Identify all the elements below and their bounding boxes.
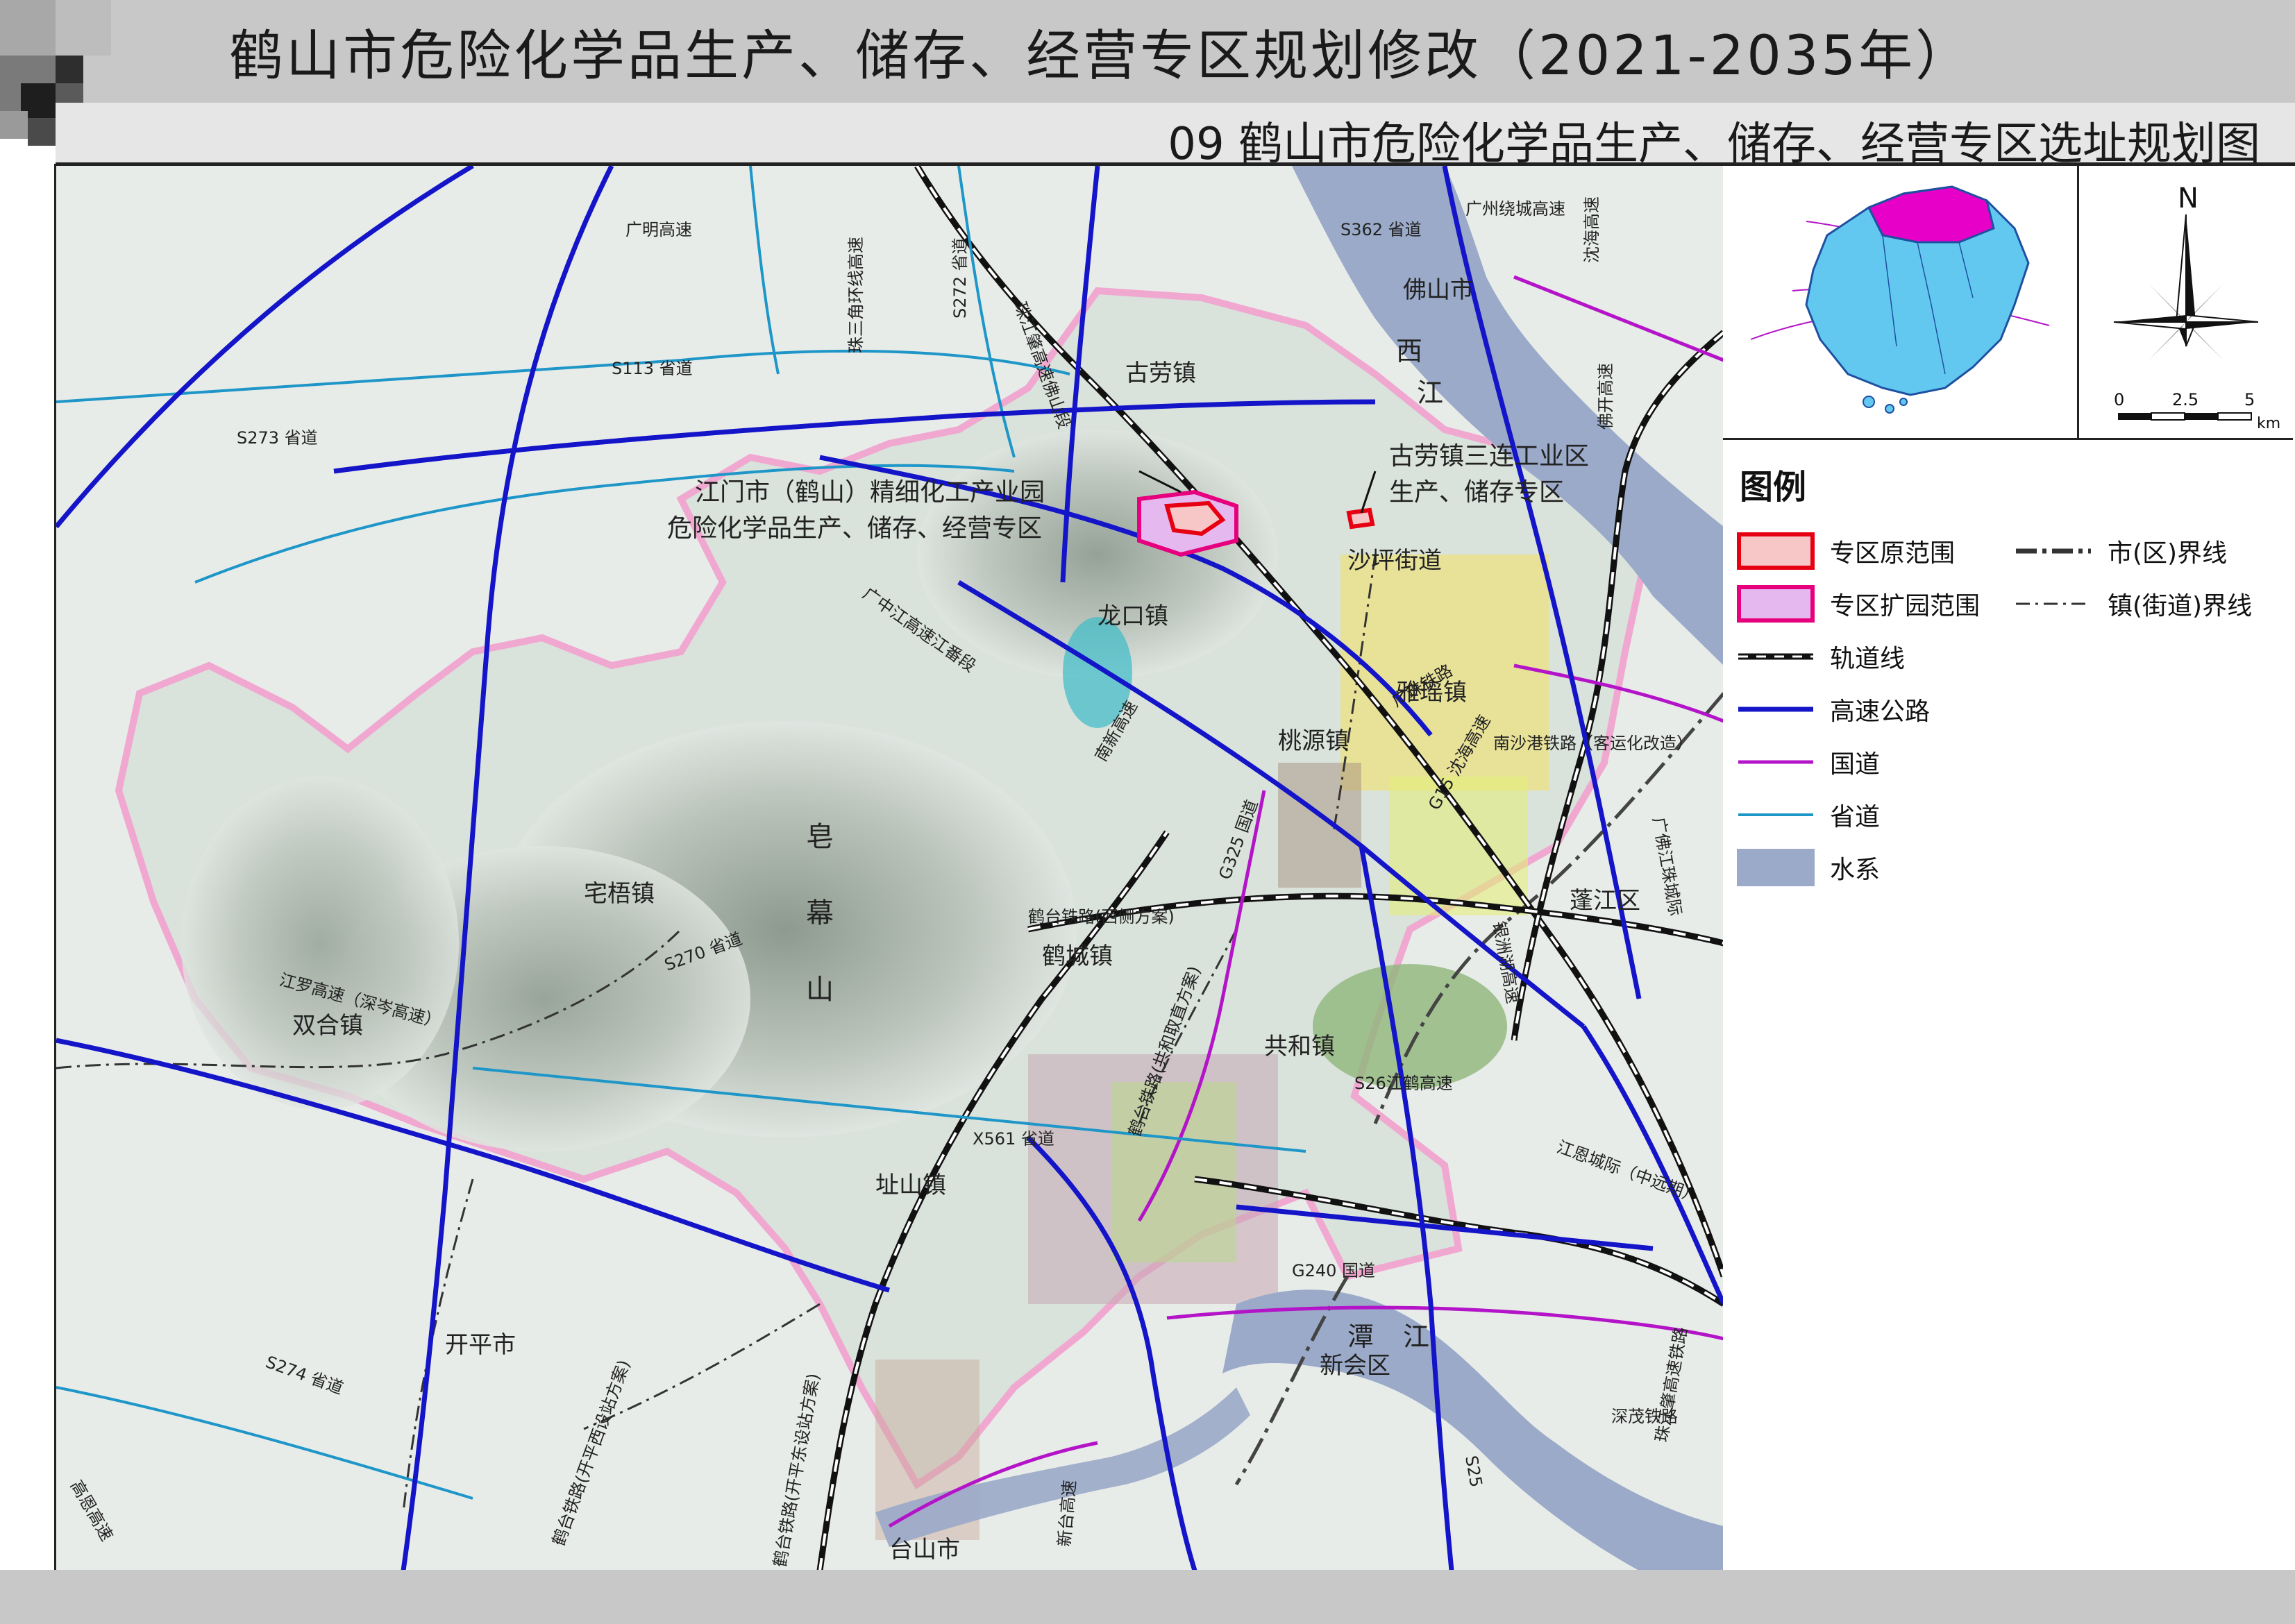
label-sanlian-zone-1: 古劳镇三连工业区 xyxy=(1389,442,1589,471)
legend-title: 图例 xyxy=(1740,468,1807,507)
label-road-s272: S272 省道 xyxy=(950,237,970,319)
label-zhaiwu: 宅梧镇 xyxy=(584,880,655,908)
label-road-nansha-rail: 南沙港铁路（客运化改造） xyxy=(1493,734,1693,753)
label-xinhui: 新会区 xyxy=(1320,1352,1390,1380)
label-jiangmen-zone-2: 危险化学品生产、储存、经营专区 xyxy=(667,514,1042,543)
legend-swatch-orig xyxy=(1737,532,1815,570)
label-road-s273: S273 省道 xyxy=(237,428,318,448)
legend-item-expressway: 高速公路 xyxy=(1737,688,1930,730)
subtitle-band: 09 鹤山市危险化学品生产、储存、经营专区选址规划图 xyxy=(56,103,2295,170)
legend-item-national: 国道 xyxy=(1737,741,1880,783)
legend-item-town-boundary: 镇(街道)界线 xyxy=(2015,583,2252,625)
north-label: N xyxy=(2178,183,2199,214)
label-road-guangming: 广明高速 xyxy=(625,220,692,239)
label-road-x561: X561 省道 xyxy=(973,1129,1054,1149)
label-shuanghe: 双合镇 xyxy=(292,1012,363,1040)
map-canvas[interactable]: 佛山市 古劳镇 龙口镇 沙坪街道 雅瑶镇 桃源镇 蓬江区 鹤城镇 共和镇 宅梧镇… xyxy=(56,166,1724,1571)
label-taishan: 台山市 xyxy=(889,1536,960,1564)
label-zao: 皂 xyxy=(806,821,834,853)
scale-unit: km xyxy=(2257,415,2280,432)
label-gonghe: 共和镇 xyxy=(1264,1033,1335,1060)
legend-label-city-boundary: 市(区)界线 xyxy=(2108,539,2228,568)
label-hecheng: 鹤城镇 xyxy=(1042,942,1113,970)
label-taoyuan: 桃源镇 xyxy=(1278,727,1349,755)
scale-tick-0: 0 xyxy=(2114,390,2124,409)
north-arrow-panel: N 0 2.5 5 km xyxy=(2079,166,2293,440)
footer-band xyxy=(0,1570,2295,1624)
label-shaping: 沙坪街道 xyxy=(1347,547,1442,575)
legend-item-water: 水系 xyxy=(1737,847,1880,888)
label-pengjiang: 蓬江区 xyxy=(1570,887,1640,915)
scale-tick-2-5: 2.5 xyxy=(2172,390,2199,409)
inset-heshan-area xyxy=(1867,185,1995,244)
legend-item-ext: 专区扩园范围 xyxy=(1737,583,1980,625)
location-inset-map xyxy=(1723,166,2079,440)
label-gulao: 古劳镇 xyxy=(1125,360,1196,387)
page-title: 鹤山市危险化学品生产、储存、经营专区规划修改（2021-2035年） xyxy=(229,25,1973,87)
label-tan-jiang: 江 xyxy=(1403,1321,1429,1352)
legend-label-national: 国道 xyxy=(1830,750,1881,779)
legend-swatch-provincial xyxy=(1738,813,1813,816)
legend-item-rail: 轨道线 xyxy=(1737,636,1905,677)
north-arrow-canvas: N 0 2.5 5 km xyxy=(2113,183,2280,432)
label-kaiping: 开平市 xyxy=(445,1331,516,1359)
inset-island-3 xyxy=(1899,398,1908,406)
legend-item-provincial: 省道 xyxy=(1737,794,1880,836)
side-panel: N 0 2.5 5 km 图例 专区原范围 专区扩园范围 轨道线 高速公路 国道… xyxy=(1723,164,2295,1573)
inset-island-2 xyxy=(1885,404,1894,414)
label-road-foshan-kaiping: 佛开高速 xyxy=(1596,363,1615,430)
inset-canvas xyxy=(1750,185,2050,414)
label-road-s26: S26江鹤高速 xyxy=(1354,1074,1453,1093)
legend-swatch-water xyxy=(1737,849,1815,886)
label-road-hetai-west: 鹤台铁路(西侧方案) xyxy=(1028,907,1175,927)
label-jiang: 江 xyxy=(1417,378,1443,408)
label-road-zhusanjiao: 珠三角环线高速 xyxy=(846,237,866,353)
label-xi: 西 xyxy=(1396,336,1422,366)
green-hill-east xyxy=(1313,964,1507,1089)
legend-item-orig: 专区原范围 xyxy=(1737,530,1955,572)
legend-label-town-boundary: 镇(街道)界线 xyxy=(2108,592,2253,620)
label-shan: 山 xyxy=(806,974,834,1006)
legend-swatch-ext xyxy=(1737,585,1815,623)
label-zhishan: 址山镇 xyxy=(875,1172,946,1199)
legend-swatch-expressway xyxy=(1738,707,1813,712)
legend-label-expressway: 高速公路 xyxy=(1830,697,1931,726)
main-map[interactable]: 佛山市 古劳镇 龙口镇 沙坪街道 雅瑶镇 桃源镇 蓬江区 鹤城镇 共和镇 宅梧镇… xyxy=(54,164,1726,1573)
legend-label-orig: 专区原范围 xyxy=(1830,539,1956,568)
header-band: 鹤山市危险化学品生产、储存、经营专区规划修改（2021-2035年） xyxy=(0,0,2295,146)
legend-swatch-town-boundary xyxy=(2016,602,2091,605)
legend-panel: 图例 专区原范围 专区扩园范围 轨道线 高速公路 国道 省道 水系 市(区)界线… xyxy=(1723,440,2295,1065)
inset-island-1 xyxy=(1863,396,1875,408)
legend-item-city-boundary: 市(区)界线 xyxy=(2015,530,2227,572)
legend-label-ext: 专区扩园范围 xyxy=(1830,592,1981,620)
legend-label-rail: 轨道线 xyxy=(1830,645,1906,673)
label-tan: 潭 xyxy=(1347,1321,1374,1352)
label-mu: 幕 xyxy=(806,897,834,929)
label-jiangmen-zone-1: 江门市（鹤山）精细化工产业园 xyxy=(695,478,1045,507)
map-subtitle: 09 鹤山市危险化学品生产、储存、经营专区选址规划图 xyxy=(1168,119,2260,170)
label-road-shenhai: 沈海高速 xyxy=(1582,196,1602,263)
label-sanlian-zone-2: 生产、储存专区 xyxy=(1389,478,1564,507)
legend-label-water: 水系 xyxy=(1830,856,1881,884)
label-foshan: 佛山市 xyxy=(1403,276,1474,304)
scale-tick-5: 5 xyxy=(2244,390,2255,409)
label-longkou: 龙口镇 xyxy=(1098,602,1168,630)
north-arrow-icon xyxy=(2113,214,2259,360)
legend-swatch-city-boundary xyxy=(2016,548,2091,554)
legend-swatch-national xyxy=(1738,760,1813,764)
label-road-guangzhou-ring: 广州绕城高速 xyxy=(1465,199,1565,219)
label-road-g240: G240 国道 xyxy=(1292,1261,1375,1280)
label-road-s113: S113 省道 xyxy=(612,359,693,378)
label-road-s362: S362 省道 xyxy=(1340,220,1422,239)
legend-label-provincial: 省道 xyxy=(1830,803,1881,831)
scale-bar: 0 2.5 5 km xyxy=(2114,390,2280,432)
legend-swatch-rail xyxy=(1738,653,1813,660)
